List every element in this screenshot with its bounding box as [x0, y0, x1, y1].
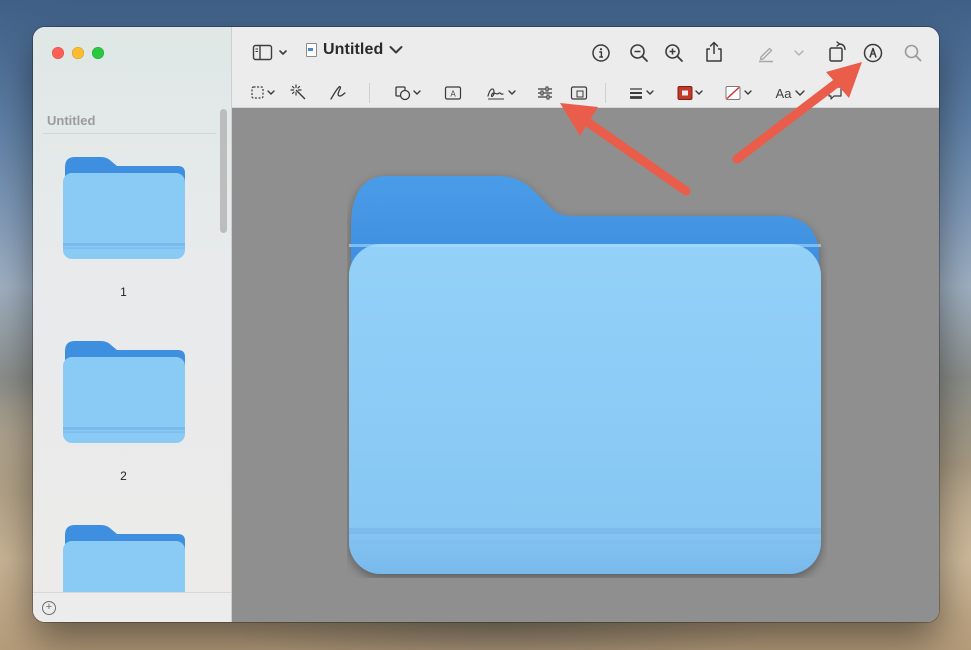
chevron-down-icon — [795, 90, 806, 96]
chevron-down-icon — [389, 46, 403, 54]
sidebar-scrollbar[interactable] — [220, 109, 227, 233]
text-box-icon: A — [444, 86, 462, 100]
text-style-button[interactable]: Aa — [774, 83, 808, 103]
sidebar-toggle-button[interactable] — [252, 42, 292, 64]
minimize-button[interactable] — [72, 47, 84, 59]
markup-button[interactable] — [862, 41, 884, 65]
shapes-button[interactable] — [394, 84, 424, 102]
divider — [43, 133, 216, 134]
fill-color-icon — [725, 86, 752, 100]
magic-wand-icon — [290, 84, 306, 100]
line-weight-icon — [630, 88, 654, 99]
zoom-in-button[interactable] — [663, 42, 685, 64]
resize-icon — [570, 86, 588, 100]
markup-icon — [863, 43, 883, 63]
search-button[interactable] — [902, 42, 924, 64]
sidebar-footer: + — [33, 592, 231, 622]
sidebar-icon — [252, 44, 287, 61]
document-canvas[interactable] — [232, 108, 939, 622]
folder-icon — [63, 525, 185, 593]
sliders-icon — [538, 86, 552, 100]
border-color-icon — [677, 86, 703, 100]
info-button[interactable] — [590, 42, 612, 64]
zoom-out-button[interactable] — [628, 42, 650, 64]
selection-tool-button[interactable] — [250, 84, 280, 102]
chevron-down-icon — [794, 50, 804, 57]
zoom-button[interactable] — [92, 47, 104, 59]
description-button[interactable] — [826, 84, 844, 102]
main-toolbar: Untitled — [232, 27, 939, 79]
rotate-icon — [829, 41, 846, 62]
toolbar-separator — [605, 83, 606, 103]
info-icon — [592, 44, 610, 62]
share-icon — [706, 41, 722, 62]
fill-color-button[interactable] — [724, 84, 756, 102]
toolbar-separator — [369, 83, 370, 103]
instant-alpha-button[interactable] — [290, 84, 308, 102]
document-icon — [306, 43, 317, 57]
highlight-button[interactable] — [755, 42, 777, 64]
window-controls — [52, 47, 104, 59]
sign-button[interactable] — [486, 84, 520, 102]
zoom-in-icon — [665, 44, 683, 62]
text-box-label: A — [450, 90, 456, 99]
text-style-label: Aa — [775, 85, 792, 101]
page-thumbnail-1[interactable]: 1 — [61, 155, 186, 305]
rotate-button[interactable] — [827, 40, 849, 64]
document-title: Untitled — [323, 41, 384, 58]
signature-icon — [487, 88, 516, 100]
adjust-color-button[interactable] — [536, 84, 554, 102]
text-tool-button[interactable]: A — [444, 84, 462, 102]
folder-icon — [349, 176, 821, 574]
page-thumbnail-3[interactable] — [61, 523, 186, 593]
search-icon — [904, 44, 922, 62]
border-color-button[interactable] — [676, 84, 706, 102]
page-number: 1 — [120, 285, 127, 299]
page-number: 2 — [120, 469, 127, 483]
speech-bubble-icon — [828, 86, 842, 100]
preview-window: Untitled 1 2 + Untitled A Aa — [33, 27, 939, 622]
folder-icon — [63, 341, 185, 443]
page-thumbnail-2[interactable]: 2 — [61, 339, 186, 489]
sketch-icon — [330, 85, 346, 100]
add-page-icon[interactable]: + — [42, 601, 56, 615]
adjust-size-button[interactable] — [570, 84, 588, 102]
shape-style-button[interactable] — [628, 84, 658, 102]
document-title-menu[interactable]: Untitled — [306, 41, 403, 59]
rectangular-selection-icon — [251, 86, 275, 99]
folder-icon — [63, 157, 185, 259]
highlight-options-button[interactable] — [792, 46, 806, 60]
thumbnail-sidebar: Untitled 1 2 + — [33, 27, 232, 622]
shapes-icon — [395, 86, 421, 101]
sketch-tool-button[interactable] — [328, 84, 348, 102]
close-button[interactable] — [52, 47, 64, 59]
sidebar-document-title: Untitled — [47, 113, 96, 128]
zoom-out-icon — [630, 44, 648, 62]
markup-toolbar: A Aa — [232, 79, 939, 108]
share-button[interactable] — [703, 40, 725, 64]
highlighter-icon — [759, 47, 773, 63]
